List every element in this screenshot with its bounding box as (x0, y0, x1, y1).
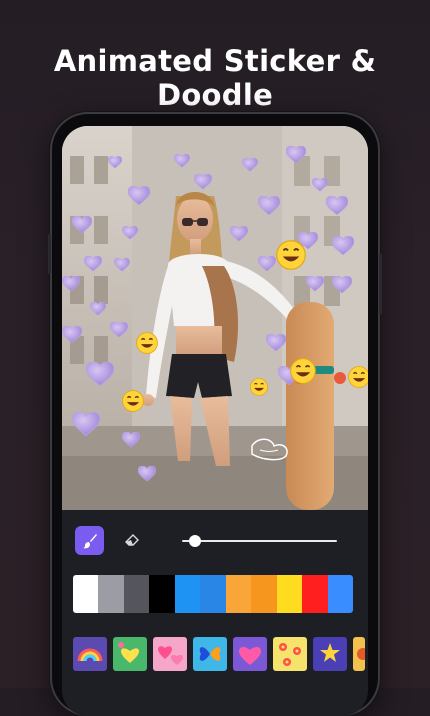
photo-canvas[interactable] (62, 126, 368, 510)
flowers-sticker[interactable] (273, 637, 307, 671)
brush-size-slider[interactable] (182, 532, 337, 550)
sticker-strip (73, 637, 368, 671)
love-hearts-sticker[interactable] (233, 637, 267, 671)
doodle-toolbar (62, 510, 368, 716)
photo-scene (62, 126, 368, 510)
butterfly-sticker[interactable] (193, 637, 227, 671)
color-swatch[interactable] (149, 575, 175, 613)
color-swatch[interactable] (302, 575, 328, 613)
phone-frame (48, 114, 382, 716)
brush-icon (82, 533, 97, 548)
slider-track (182, 540, 337, 542)
stars-sticker[interactable] (313, 637, 347, 671)
slider-thumb[interactable] (189, 535, 201, 547)
color-palette (73, 575, 353, 613)
color-swatch[interactable] (123, 575, 150, 613)
color-swatch[interactable] (327, 575, 353, 613)
phone-volume-button (48, 234, 51, 274)
color-swatch[interactable] (225, 575, 252, 613)
brush-button[interactable] (75, 526, 104, 555)
color-swatch[interactable] (276, 575, 303, 613)
green-hearts-sticker[interactable] (113, 637, 147, 671)
color-swatch[interactable] (73, 575, 99, 613)
phone-power-button (379, 254, 382, 314)
headline-title: Animated Sticker & Doodle (53, 44, 377, 112)
partial-sticker[interactable] (353, 637, 365, 671)
color-swatch[interactable] (251, 575, 277, 613)
color-swatch[interactable] (174, 575, 201, 613)
color-swatch[interactable] (200, 575, 226, 613)
pink-hearts-sticker[interactable] (153, 637, 187, 671)
rainbow-sticker[interactable] (73, 637, 107, 671)
eraser-icon (125, 534, 139, 546)
eraser-button[interactable] (120, 528, 144, 552)
phone-screen (62, 126, 368, 716)
color-swatch[interactable] (98, 575, 124, 613)
